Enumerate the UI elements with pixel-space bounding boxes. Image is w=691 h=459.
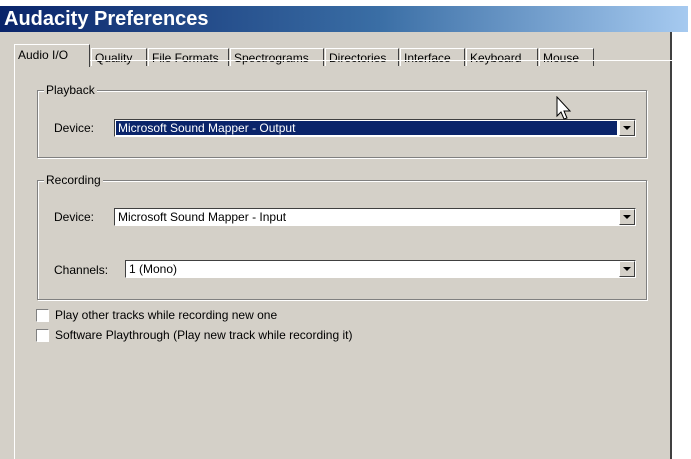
recording-device-value: Microsoft Sound Mapper - Input [118,210,287,224]
recording-device-select[interactable]: Microsoft Sound Mapper - Input [114,208,636,226]
play-other-tracks-label[interactable]: Play other tracks while recording new on… [55,308,277,322]
playback-device-label: Device: [54,121,95,135]
chevron-down-icon[interactable] [619,209,635,225]
playback-device-value: Microsoft Sound Mapper - Output [116,121,617,135]
recording-group: Recording Device: Microsoft Sound Mapper… [37,173,647,300]
chevron-down-icon[interactable] [619,120,635,136]
recording-group-label: Recording [44,173,103,187]
audio-io-panel: Playback Device: Microsoft Sound Mapper … [14,60,673,459]
channels-select[interactable]: 1 (Mono) [125,260,636,278]
chevron-down-icon[interactable] [619,261,635,277]
mouse-pointer-icon [556,96,572,120]
title-bar[interactable]: Audacity Preferences [0,6,688,32]
window-title: Audacity Preferences [4,8,209,30]
software-playthrough-label[interactable]: Software Playthrough (Play new track whi… [55,328,352,342]
software-playthrough-checkbox[interactable] [36,329,49,342]
tab-audio-io[interactable]: Audio I/O [14,44,90,67]
play-other-tracks-checkbox[interactable] [36,309,49,322]
playback-group-label: Playback [44,83,97,97]
channels-value: 1 (Mono) [129,262,178,276]
tab-label: Audio I/O [18,48,69,62]
channels-label: Channels: [54,263,109,277]
recording-device-label: Device: [54,210,95,224]
